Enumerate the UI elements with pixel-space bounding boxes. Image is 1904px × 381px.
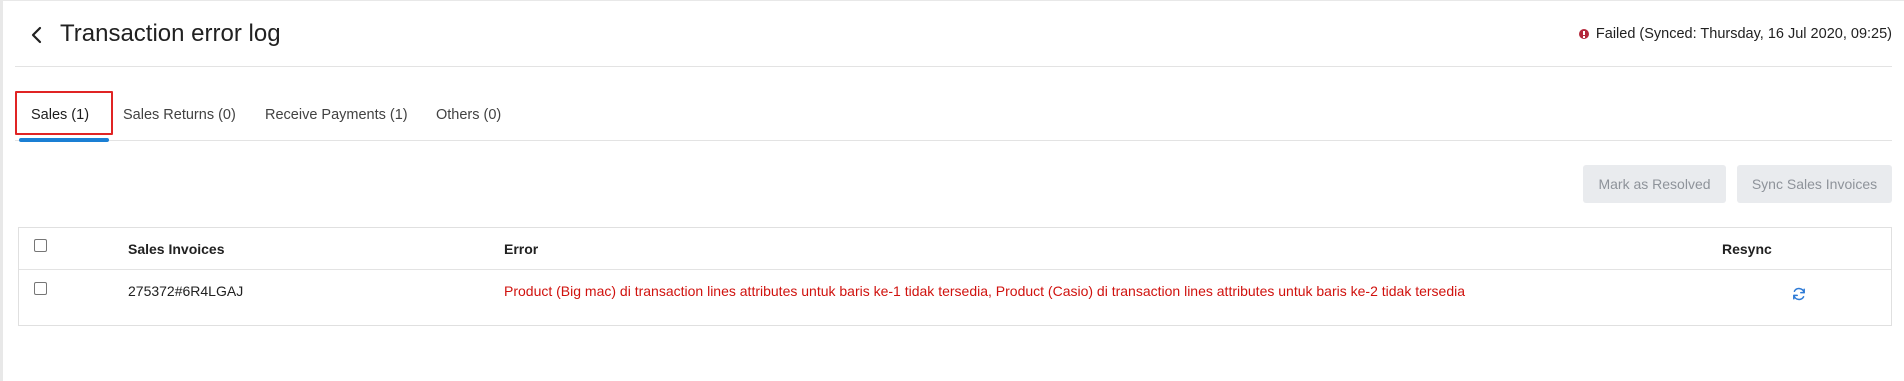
- mark-as-resolved-button[interactable]: Mark as Resolved: [1583, 165, 1726, 203]
- page-header: Transaction error log Failed (Synced: Th…: [15, 1, 1892, 67]
- sync-status: Failed (Synced: Thursday, 16 Jul 2020, 0…: [1578, 26, 1892, 42]
- table-header: Sales Invoices Error Resync: [19, 228, 1891, 270]
- tab-others[interactable]: Others (0): [436, 89, 501, 140]
- tab-receive-payments-label: Receive Payments (1): [265, 106, 408, 123]
- active-tab-indicator: [19, 138, 109, 142]
- sync-status-text: Failed (Synced: Thursday, 16 Jul 2020, 0…: [1595, 26, 1892, 42]
- sync-sales-invoices-label: Sync Sales Invoices: [1751, 176, 1878, 192]
- select-all-checkbox[interactable]: [34, 239, 47, 252]
- tab-receive-payments[interactable]: Receive Payments (1): [265, 89, 408, 140]
- column-header-resync: Resync: [1722, 241, 1772, 257]
- alert-circle-icon: [1578, 29, 1589, 39]
- back-button[interactable]: [25, 21, 49, 49]
- chevron-left-icon: [31, 26, 42, 44]
- page-title: Transaction error log: [60, 20, 281, 47]
- column-header-sales-invoices: Sales Invoices: [128, 241, 225, 257]
- tab-highlight-box: [15, 91, 113, 135]
- tab-others-label: Others (0): [436, 106, 502, 123]
- error-message: Product (Big mac) di transaction lines a…: [504, 283, 1466, 299]
- tab-sales-returns[interactable]: Sales Returns (0): [123, 89, 236, 140]
- invoice-number: 275372#6R4LGAJ: [128, 283, 244, 299]
- tab-sales-returns-label: Sales Returns (0): [123, 106, 236, 123]
- tab-sales[interactable]: Sales (1): [15, 89, 113, 142]
- error-table: Sales Invoices Error Resync 275372#6R4LG…: [18, 227, 1892, 326]
- refresh-icon[interactable]: [1791, 286, 1807, 302]
- column-header-error: Error: [504, 241, 539, 257]
- row-checkbox[interactable]: [34, 282, 47, 295]
- sync-sales-invoices-button[interactable]: Sync Sales Invoices: [1737, 165, 1892, 203]
- mark-as-resolved-label: Mark as Resolved: [1598, 176, 1711, 192]
- tab-bar: Sales (1) Sales Returns (0) Receive Paym…: [15, 89, 1892, 142]
- page: Transaction error log Failed (Synced: Th…: [0, 0, 1904, 381]
